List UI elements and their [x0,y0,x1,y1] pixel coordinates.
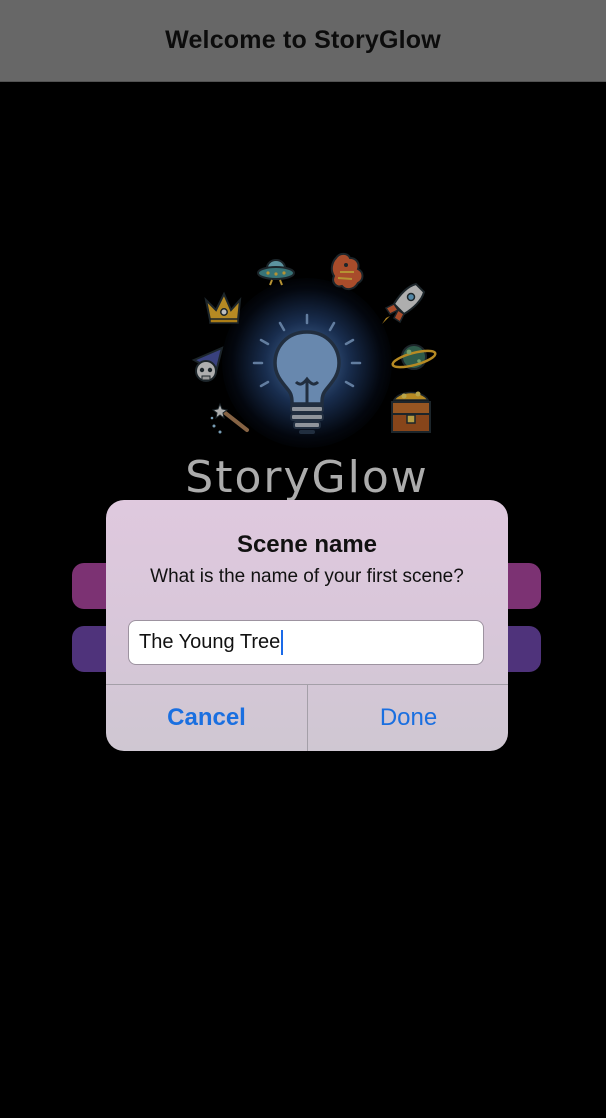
alert-message: What is the name of your first scene? [150,566,464,587]
text-cursor [281,630,284,655]
scene-name-input-value: The Young Tree [139,631,281,653]
scene-name-input[interactable]: The Young Tree [128,620,484,665]
alert-title: Scene name [236,531,378,558]
scene-name-alert: Scene name What is the name of your firs… [106,500,508,751]
done-button[interactable]: Done [308,685,508,751]
cancel-button[interactable]: Cancel [106,685,307,751]
